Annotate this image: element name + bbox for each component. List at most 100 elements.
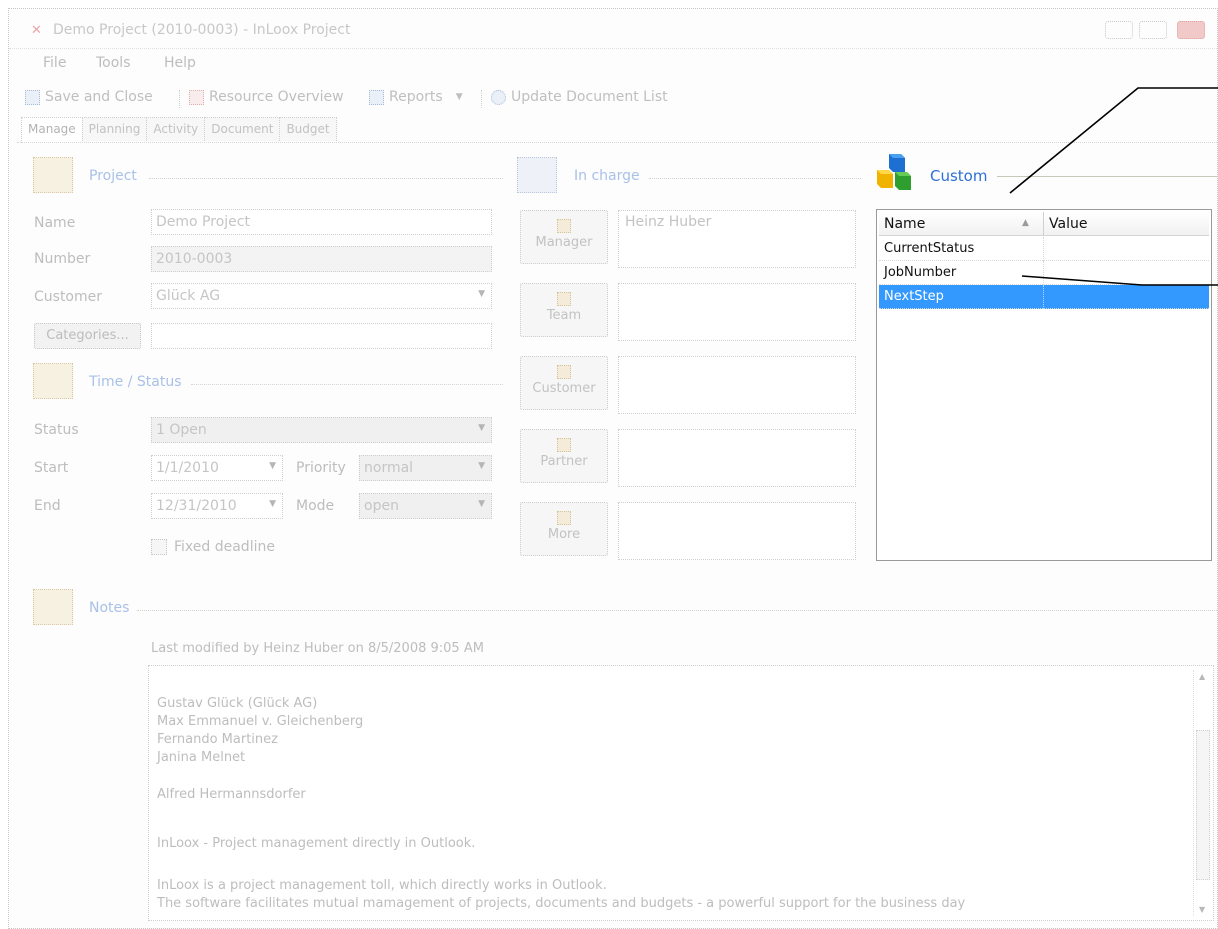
section-divider	[649, 178, 861, 179]
scroll-down-icon[interactable]: ▼	[1199, 905, 1205, 914]
tab-document[interactable]: Document	[204, 117, 281, 141]
scrollbar-thumb[interactable]	[1196, 730, 1210, 880]
priority-label: Priority	[296, 460, 346, 476]
toolbar-separator	[481, 90, 482, 108]
resource-overview-button[interactable]: Resource Overview	[189, 89, 344, 105]
notes-line: Alfred Hermannsdorfer	[157, 787, 306, 802]
partner-field[interactable]	[618, 429, 856, 487]
chevron-down-icon: ▼	[455, 92, 463, 102]
reports-button[interactable]: Reports ▼	[369, 89, 463, 105]
team-button[interactable]: Team	[520, 283, 608, 337]
more-button-label: More	[547, 527, 581, 542]
window-title: Demo Project (2010-0003) - InLoox Projec…	[53, 22, 351, 38]
menu-help[interactable]: Help	[164, 55, 196, 71]
notes-line: Gustav Glück (Glück AG)	[157, 696, 318, 711]
inloox-project-window: ✕ Demo Project (2010-0003) - InLoox Proj…	[8, 8, 1218, 929]
tab-divider	[17, 142, 1217, 143]
title-bar: ✕ Demo Project (2010-0003) - InLoox Proj…	[9, 9, 1217, 49]
status-value: 1 Open	[156, 422, 207, 438]
fixed-deadline-checkbox[interactable]	[151, 539, 167, 555]
chevron-down-icon: ▼	[478, 461, 485, 471]
name-label: Name	[34, 215, 76, 231]
notes-line: Janina Melnet	[157, 750, 246, 765]
customer-dropdown[interactable]: Glück AG ▼	[151, 283, 492, 309]
minimize-button[interactable]	[1105, 21, 1133, 39]
table-row[interactable]: JobNumber	[879, 261, 1209, 285]
resource-icon	[189, 89, 204, 105]
more-field[interactable]	[618, 502, 856, 560]
section-divider	[997, 176, 1217, 177]
menu-bar: File Tools Help	[9, 51, 1217, 75]
table-row-selected[interactable]: NextStep	[879, 285, 1209, 309]
calendar-icon	[33, 363, 73, 399]
calendar-dropdown-icon: ▼	[269, 461, 276, 471]
tab-strip: Manage Planning Activity Document Budget	[21, 117, 337, 143]
notes-line: InLoox - Project management directly in …	[157, 836, 476, 851]
save-and-close-button[interactable]: Save and Close	[25, 89, 153, 105]
refresh-icon	[491, 89, 506, 105]
toolbar: Save and Close Resource Overview Reports…	[9, 87, 1217, 113]
customer-button[interactable]: Customer	[520, 356, 608, 410]
number-field[interactable]: 2010-0003	[151, 246, 492, 272]
toolbar-separator	[179, 90, 180, 108]
cell-divider	[1043, 237, 1044, 261]
chevron-down-icon: ▼	[478, 499, 485, 509]
end-label: End	[34, 498, 61, 514]
notes-line: Fernando Martinez	[157, 732, 278, 747]
manager-field[interactable]: Heinz Huber	[618, 210, 856, 268]
reports-label: Reports	[389, 89, 443, 105]
manager-button[interactable]: Manager	[520, 210, 608, 264]
menu-file[interactable]: File	[43, 55, 66, 71]
row-name-cell: CurrentStatus	[884, 241, 975, 256]
fixed-deadline-label: Fixed deadline	[174, 539, 275, 555]
categories-field[interactable]	[151, 323, 492, 349]
column-header-value[interactable]: Value	[1049, 216, 1087, 232]
column-header-name[interactable]: Name	[884, 216, 925, 232]
start-date-picker[interactable]: 1/1/2010 ▼	[151, 455, 283, 481]
tab-activity[interactable]: Activity	[146, 117, 206, 141]
column-divider[interactable]	[1043, 212, 1044, 236]
name-field[interactable]: Demo Project	[151, 209, 492, 235]
grid-header: Name ▲ Value	[879, 212, 1209, 236]
tab-planning[interactable]: Planning	[81, 117, 148, 141]
row-name-cell: NextStep	[884, 289, 944, 304]
team-field[interactable]	[618, 283, 856, 341]
more-button[interactable]: More	[520, 502, 608, 556]
status-label: Status	[34, 422, 79, 438]
chevron-down-icon: ▼	[478, 423, 485, 433]
notes-line: Max Emmanuel v. Gleichenberg	[157, 714, 364, 729]
update-document-list-button[interactable]: Update Document List	[491, 89, 668, 105]
notes-scrollbar[interactable]: ▲ ▼	[1193, 670, 1211, 916]
calendar-dropdown-icon: ▼	[269, 499, 276, 509]
section-divider	[191, 384, 503, 385]
custom-fields-grid: Name ▲ Value CurrentStatus JobNumber Nex…	[876, 209, 1212, 561]
maximize-button[interactable]	[1139, 21, 1167, 39]
notes-last-modified: Last modified by Heinz Huber on 8/5/2008…	[151, 641, 484, 656]
menu-tools[interactable]: Tools	[96, 55, 131, 71]
close-button[interactable]	[1177, 21, 1205, 39]
table-row[interactable]: CurrentStatus	[879, 237, 1209, 261]
end-date-picker[interactable]: 12/31/2010 ▼	[151, 493, 283, 519]
person-icon	[557, 511, 571, 525]
tab-manage[interactable]: Manage	[21, 117, 83, 143]
notes-section-title: Notes	[89, 600, 130, 616]
scroll-up-icon[interactable]: ▲	[1199, 672, 1205, 681]
resource-overview-label: Resource Overview	[209, 89, 344, 105]
notes-textarea[interactable]: Gustav Glück (Glück AG) Max Emmanuel v. …	[148, 665, 1214, 921]
cell-divider	[1043, 285, 1044, 309]
team-button-label: Team	[546, 308, 582, 323]
mode-dropdown[interactable]: open ▼	[359, 493, 492, 519]
time-status-section-title: Time / Status	[89, 374, 182, 390]
status-dropdown[interactable]: 1 Open ▼	[151, 417, 492, 443]
partner-icon	[557, 438, 571, 452]
priority-dropdown[interactable]: normal ▼	[359, 455, 492, 481]
tab-budget[interactable]: Budget	[279, 117, 337, 141]
customer-button-label: Customer	[532, 381, 596, 396]
partner-button[interactable]: Partner	[520, 429, 608, 483]
save-icon	[25, 89, 40, 105]
project-section-title: Project	[89, 168, 137, 184]
customer-contact-field[interactable]	[618, 356, 856, 414]
categories-button[interactable]: Categories...	[34, 323, 141, 349]
cell-divider	[1043, 261, 1044, 285]
sort-ascending-icon: ▲	[1022, 218, 1029, 228]
